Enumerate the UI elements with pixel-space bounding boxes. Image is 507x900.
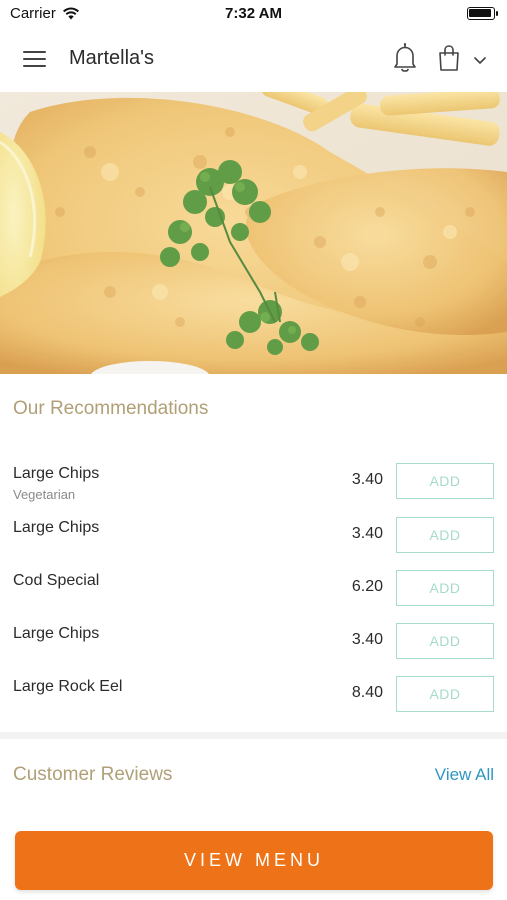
item-name: Large Chips <box>13 625 100 642</box>
list-item: Large Chips 3.40 ADD <box>0 517 507 572</box>
battery-level <box>469 9 491 17</box>
list-item: Large Chips 3.40 ADD <box>0 623 507 678</box>
add-button[interactable]: ADD <box>396 463 494 499</box>
menu-icon[interactable] <box>18 44 50 72</box>
item-subtitle: Vegetarian <box>13 487 76 502</box>
battery-icon <box>467 7 498 20</box>
item-price: 3.40 <box>351 525 383 542</box>
section-divider <box>0 732 507 739</box>
navigation-bar: Martella's <box>0 26 507 92</box>
recommendations-heading: Our Recommendations <box>13 398 209 419</box>
view-all-link[interactable]: View All <box>435 765 494 785</box>
add-button[interactable]: ADD <box>396 623 494 659</box>
item-name: Large Chips <box>13 465 100 482</box>
item-price: 8.40 <box>351 684 383 701</box>
list-item: Large Rock Eel 8.40 ADD <box>0 676 507 731</box>
add-button[interactable]: ADD <box>396 676 494 712</box>
list-item: Large Chips Vegetarian 3.40 ADD <box>0 463 507 518</box>
item-name: Large Chips <box>13 519 100 536</box>
reviews-heading: Customer Reviews <box>13 764 173 785</box>
app-screen: Carrier 7:32 AM Martella's Our Recommend… <box>0 0 507 900</box>
clock: 7:32 AM <box>225 5 282 22</box>
item-price: 6.20 <box>351 578 383 595</box>
list-item: Cod Special 6.20 ADD <box>0 570 507 625</box>
bell-icon[interactable] <box>388 41 422 75</box>
item-name: Cod Special <box>13 572 100 589</box>
shopping-bag-icon[interactable] <box>436 43 462 73</box>
item-price: 3.40 <box>351 631 383 648</box>
chevron-down-icon[interactable] <box>470 50 490 70</box>
item-price: 3.40 <box>351 471 383 488</box>
hero-food-image <box>0 92 507 374</box>
add-button[interactable]: ADD <box>396 570 494 606</box>
status-bar: Carrier 7:32 AM <box>0 0 507 26</box>
restaurant-title: Martella's <box>69 47 154 69</box>
view-menu-button[interactable]: VIEW MENU <box>15 831 493 890</box>
item-name: Large Rock Eel <box>13 678 123 695</box>
add-button[interactable]: ADD <box>396 517 494 553</box>
